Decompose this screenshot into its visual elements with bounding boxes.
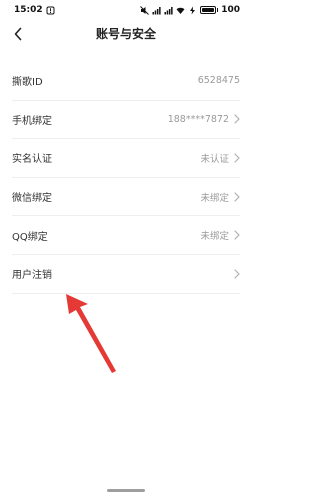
chevron-right-icon — [234, 191, 240, 202]
row-label: QQ绑定 — [12, 231, 48, 243]
status-time: 15:02 — [14, 5, 43, 15]
row-wechat-binding[interactable]: 微信绑定 未绑定 — [12, 178, 240, 217]
row-right: 188****7872 — [168, 114, 240, 125]
status-bar: 15:02 100 — [0, 0, 252, 20]
row-label: 用户注销 — [12, 270, 52, 282]
row-value: 188****7872 — [167, 113, 229, 125]
row-right: 未认证 — [200, 151, 240, 165]
red-arrow-annotation — [66, 294, 116, 373]
row-real-name-verification[interactable]: 实名认证 未认证 — [12, 139, 240, 178]
nav-bar: 账号与安全 — [0, 22, 252, 46]
row-label: 微信绑定 — [12, 193, 52, 205]
row-phone-binding[interactable]: 手机绑定 188****7872 — [12, 101, 240, 140]
row-right — [234, 269, 240, 279]
signal-icon — [152, 6, 161, 15]
home-indicator[interactable] — [107, 489, 145, 492]
chevron-right-icon — [234, 153, 240, 163]
alert-icon — [46, 6, 55, 15]
row-value: 未绑定 — [200, 192, 229, 204]
account-security-screen: 15:02 100 账号与安全 撕歌ID 6528475 手机绑定 188***… — [0, 0, 252, 497]
row-label: 实名认证 — [12, 154, 52, 166]
row-right: 6528475 — [198, 75, 240, 86]
row-right: 未绑定 — [200, 190, 240, 204]
row-right: 未绑定 — [200, 228, 240, 242]
row-singe-id: 撕歌ID 6528475 — [12, 62, 240, 101]
row-value: 6528475 — [197, 75, 240, 87]
settings-list: 撕歌ID 6528475 手机绑定 188****7872 实名认证 未认证 微… — [0, 62, 252, 294]
mute-icon — [139, 5, 149, 15]
signal-2-icon — [164, 6, 173, 15]
status-right: 100 — [139, 5, 240, 15]
row-value: 未绑定 — [200, 231, 229, 243]
row-value: 未认证 — [200, 153, 229, 165]
battery-level: 100 — [221, 5, 240, 15]
status-left: 15:02 — [14, 5, 55, 15]
chevron-right-icon — [234, 114, 240, 124]
page-title: 账号与安全 — [95, 27, 156, 41]
row-account-deletion[interactable]: 用户注销 — [12, 255, 240, 294]
wifi-icon — [176, 6, 185, 15]
chevron-right-icon — [234, 269, 240, 279]
chevron-right-icon — [234, 230, 240, 240]
charging-icon — [188, 6, 197, 15]
battery-icon — [199, 6, 219, 14]
row-label: 手机绑定 — [12, 115, 52, 127]
row-qq-binding[interactable]: QQ绑定 未绑定 — [12, 216, 240, 255]
row-label: 撕歌ID — [12, 77, 43, 89]
